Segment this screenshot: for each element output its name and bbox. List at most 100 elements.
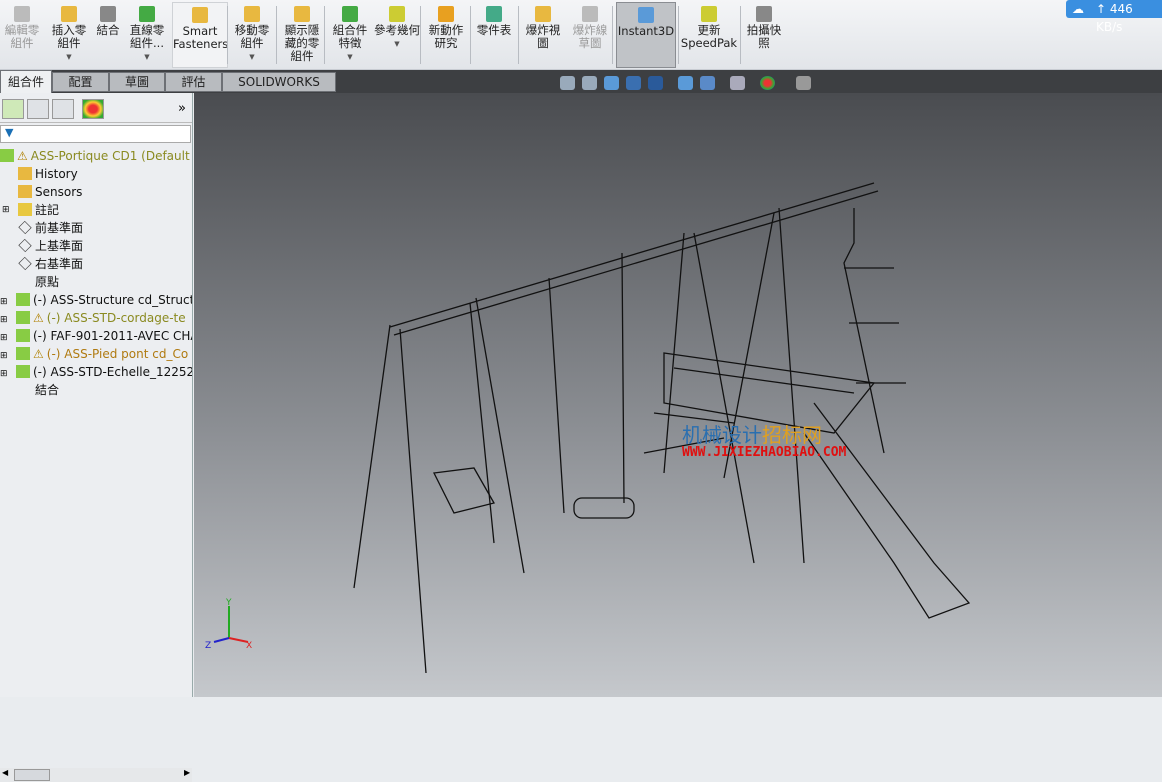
tab-3[interactable]: 評估 bbox=[165, 72, 222, 92]
tree-item-label: 註記 bbox=[35, 203, 60, 217]
ribbon-button-icon bbox=[701, 6, 717, 22]
panel-horizontal-scrollbar[interactable]: ◀ ▶ bbox=[0, 768, 192, 782]
tree-filter[interactable]: ▼ bbox=[0, 125, 191, 143]
expand-icon[interactable]: ⊞ bbox=[0, 329, 16, 345]
ribbon-button-9[interactable]: 新動作研究 bbox=[424, 2, 468, 68]
ribbon-button-14[interactable]: 更新SpeedPak bbox=[680, 2, 738, 68]
plane-icon bbox=[18, 220, 32, 235]
ribbon-button-icon bbox=[438, 6, 454, 22]
expand-icon[interactable]: ⊞ bbox=[2, 201, 10, 219]
watermark-blue: 机械设计 bbox=[682, 423, 762, 447]
tree-item[interactable]: ⊞ (-) ASS-Structure cd_Structu bbox=[0, 291, 192, 309]
ribbon-button-15[interactable]: 拍攝快照 bbox=[742, 2, 786, 68]
mates-icon bbox=[18, 383, 32, 396]
ribbon-button-6[interactable]: 顯示隱藏的零組件 bbox=[280, 2, 324, 68]
scroll-thumb[interactable] bbox=[14, 769, 50, 781]
tree-item-label: (-) ASS-Structure cd_Structu bbox=[33, 293, 192, 307]
chevron-down-icon[interactable]: ▼ bbox=[126, 51, 168, 64]
ribbon-button-0[interactable]: 編輯零組件 bbox=[2, 2, 42, 68]
chevron-down-icon[interactable]: ▼ bbox=[230, 51, 274, 64]
hide-show-items-icon[interactable] bbox=[700, 76, 715, 90]
tree-item-label: 前基準面 bbox=[35, 221, 84, 235]
ribbon-button-8[interactable]: 參考幾何 ▼ bbox=[374, 2, 420, 68]
ribbon-button-icon bbox=[389, 6, 405, 22]
chevron-down-icon[interactable]: ▼ bbox=[50, 51, 88, 64]
edit-appearance-icon[interactable] bbox=[730, 76, 745, 90]
scroll-left-icon[interactable]: ◀ bbox=[2, 768, 8, 777]
plane-icon bbox=[18, 256, 32, 271]
feature-tree: ⚠ ASS-Portique CD1 (Default History Sensors… bbox=[0, 147, 192, 399]
property-manager-tab-icon[interactable] bbox=[27, 99, 49, 119]
apply-scene-icon[interactable] bbox=[760, 76, 775, 90]
ribbon-button-icon bbox=[192, 7, 208, 23]
tree-item[interactable]: 結合 bbox=[0, 381, 192, 399]
tree-item[interactable]: ⊞ 註記 bbox=[0, 201, 192, 219]
ribbon-button-13[interactable]: Instant3D bbox=[616, 2, 676, 68]
tree-item[interactable]: ⚠ ASS-Portique CD1 (Default bbox=[0, 147, 192, 165]
tree-item[interactable]: Sensors bbox=[0, 183, 192, 201]
view-orientation-icon[interactable] bbox=[648, 76, 663, 90]
tree-item[interactable]: ⊞ (-) FAF-901-2011-AVEC CHA bbox=[0, 327, 192, 345]
ribbon-button-icon bbox=[244, 6, 260, 22]
ribbon-separator bbox=[420, 6, 421, 64]
axis-triad: Y X Z bbox=[205, 598, 252, 648]
watermark-url: WWW.JIXIEZHAOBIAO.COM bbox=[682, 445, 847, 460]
ribbon-button-label: 移動零組件 bbox=[234, 23, 270, 50]
ribbon-button-5[interactable]: 移動零組件 ▼ bbox=[230, 2, 274, 68]
tree-item-label: 上基準面 bbox=[35, 239, 84, 253]
ribbon-separator bbox=[518, 6, 519, 64]
previous-view-icon[interactable] bbox=[604, 76, 619, 90]
ribbon-button-12[interactable]: 爆炸線草圖 bbox=[570, 2, 610, 68]
expand-icon[interactable]: ⊞ bbox=[0, 293, 16, 309]
triad-x: X bbox=[246, 641, 252, 648]
network-speed-widget: ☁ ↑ 446 KB/s bbox=[1066, 0, 1162, 34]
ribbon-button-label: 組合件特徵 bbox=[332, 23, 368, 50]
appearance-tab-icon[interactable] bbox=[82, 99, 104, 119]
tree-item[interactable]: ⊞ ⚠ (-) ASS-STD-cordage-te bbox=[0, 309, 192, 327]
ribbon-button-label: 結合 bbox=[96, 23, 120, 37]
tree-item[interactable]: ⊞ ⚠ (-) ASS-Pied pont cd_Co bbox=[0, 345, 192, 363]
plane-icon bbox=[18, 238, 32, 253]
chevron-down-icon[interactable]: ▼ bbox=[374, 38, 420, 51]
tree-item-label: 結合 bbox=[35, 383, 60, 397]
tab-0[interactable]: 組合件 bbox=[0, 70, 52, 93]
ribbon-button-icon bbox=[100, 6, 116, 22]
display-style-icon[interactable] bbox=[678, 76, 693, 90]
tree-item[interactable]: 右基準面 bbox=[0, 255, 192, 273]
zoom-to-fit-icon[interactable] bbox=[560, 76, 575, 90]
tree-item[interactable]: 原點 bbox=[0, 273, 192, 291]
tab-4[interactable]: SOLIDWORKS MBD bbox=[222, 72, 336, 107]
expand-panel-button[interactable]: » bbox=[178, 101, 186, 116]
ribbon-button-1[interactable]: 插入零組件 ▼ bbox=[50, 2, 88, 68]
expand-icon[interactable]: ⊞ bbox=[0, 311, 16, 327]
chevron-down-icon[interactable]: ▼ bbox=[328, 51, 372, 64]
tab-2[interactable]: 草圖 bbox=[109, 72, 165, 92]
section-view-icon[interactable] bbox=[626, 76, 641, 90]
tree-item[interactable]: 上基準面 bbox=[0, 237, 192, 255]
tree-item-label: (-) ASS-STD-Echelle_12252 bbox=[33, 365, 192, 379]
ribbon-button-label: 拍攝快照 bbox=[746, 23, 782, 50]
view-settings-icon[interactable] bbox=[796, 76, 811, 90]
ribbon-button-10[interactable]: 零件表 bbox=[474, 2, 514, 68]
zoom-to-area-icon[interactable] bbox=[582, 76, 597, 90]
watermark-chinese: 机械设计招标网 bbox=[682, 419, 822, 448]
ribbon-separator bbox=[227, 6, 228, 64]
ribbon-button-7[interactable]: 組合件特徵 ▼ bbox=[328, 2, 372, 68]
ribbon-button-11[interactable]: 爆炸視圖 bbox=[522, 2, 564, 68]
ribbon-button-label: 編輯零組件 bbox=[4, 23, 40, 50]
tree-item[interactable]: ⊞ (-) ASS-STD-Echelle_12252 bbox=[0, 363, 192, 381]
ribbon-button-4[interactable]: Smart Fasteners bbox=[172, 2, 228, 68]
funnel-icon: ▼ bbox=[5, 126, 14, 139]
tree-item-label: 原點 bbox=[35, 275, 60, 289]
scroll-right-icon[interactable]: ▶ bbox=[184, 768, 190, 777]
graphics-area[interactable]: 机械设计招标网 WWW.JIXIEZHAOBIAO.COM Y X Z bbox=[194, 93, 1162, 697]
tree-item[interactable]: 前基準面 bbox=[0, 219, 192, 237]
ribbon-button-2[interactable]: 結合 bbox=[93, 2, 123, 68]
feature-tree-tab-icon[interactable] bbox=[2, 99, 24, 119]
ribbon-button-3[interactable]: 直線零組件... ▼ bbox=[126, 2, 168, 68]
tree-item[interactable]: History bbox=[0, 165, 192, 183]
expand-icon[interactable]: ⊞ bbox=[0, 365, 16, 381]
tab-1[interactable]: 配置 bbox=[52, 72, 109, 92]
configuration-tab-icon[interactable] bbox=[52, 99, 74, 119]
expand-icon[interactable]: ⊞ bbox=[0, 347, 16, 363]
